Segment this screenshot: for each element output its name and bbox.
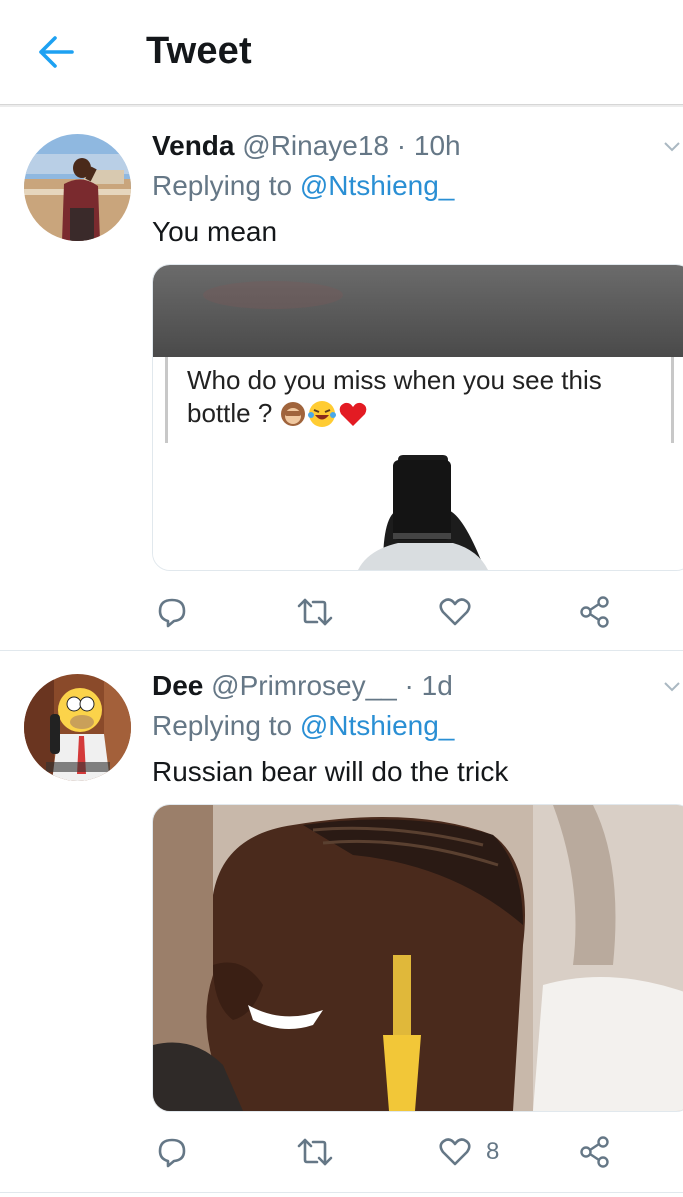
separator: · — [404, 670, 414, 701]
tweet-media[interactable] — [152, 804, 683, 1112]
tweet-media[interactable]: Who do you miss when you see this bottle… — [152, 264, 683, 571]
heart-icon — [439, 1138, 471, 1166]
tweet[interactable]: Venda @Rinaye18 · 10h Replying to @Ntshi… — [0, 112, 683, 651]
tweet-actions: 8 — [152, 1132, 672, 1172]
share-button[interactable] — [578, 592, 626, 632]
reply-icon — [158, 598, 186, 628]
author-handle[interactable]: @Primrosey__ — [211, 670, 397, 701]
tweet-meta: Venda @Rinaye18 · 10h — [152, 130, 461, 162]
avatar[interactable] — [24, 134, 131, 241]
chevron-down-icon[interactable] — [663, 678, 681, 696]
like-count: 8 — [486, 1138, 500, 1165]
media-caption-line-1: Who do you miss when you see this — [187, 365, 602, 395]
retweet-icon — [297, 1138, 333, 1166]
page-title: Tweet — [146, 30, 252, 72]
timestamp: 1d — [421, 670, 453, 701]
top-bar: Tweet — [0, 0, 683, 105]
share-icon — [580, 1136, 609, 1168]
tweet-text: You mean — [152, 216, 278, 247]
tweet-text: Russian bear will do the trick — [152, 756, 509, 787]
arrow-left-icon — [39, 36, 74, 68]
share-icon — [580, 596, 609, 628]
avatar-photo — [24, 674, 131, 781]
media-caption: Who do you miss when you see this bottle… — [187, 365, 602, 429]
back-button[interactable] — [36, 32, 76, 72]
replying-to: Replying to @Ntshieng_ — [152, 170, 454, 202]
chevron-down-icon[interactable] — [663, 138, 681, 156]
reply-icon — [158, 1138, 186, 1168]
author-name[interactable]: Venda — [152, 130, 234, 161]
red-heart-emoji-icon — [338, 400, 368, 428]
laughing-emoji-icon — [308, 400, 337, 428]
avatar[interactable] — [24, 674, 131, 781]
monkey-emoji-icon — [280, 401, 306, 427]
media-image — [153, 805, 683, 1111]
retweet-button[interactable] — [297, 1132, 347, 1172]
tweet-actions — [152, 592, 672, 632]
timestamp: 10h — [413, 130, 461, 161]
separator: · — [396, 130, 407, 161]
replying-to: Replying to @Ntshieng_ — [152, 710, 454, 742]
retweet-button[interactable] — [297, 592, 347, 632]
author-handle[interactable]: @Rinaye18 — [242, 130, 389, 161]
tweet-meta: Dee @Primrosey__ · 1d — [152, 670, 453, 702]
reply-button[interactable] — [156, 592, 202, 632]
media-caption-line-2: bottle ? — [187, 398, 273, 428]
share-button[interactable] — [578, 1132, 626, 1172]
avatar-photo — [24, 134, 131, 241]
like-button[interactable] — [438, 592, 486, 632]
like-button[interactable]: 8 — [438, 1132, 499, 1172]
replying-prefix: Replying to — [152, 170, 293, 201]
author-name[interactable]: Dee — [152, 670, 203, 701]
reply-button[interactable] — [156, 1132, 202, 1172]
retweet-icon — [297, 598, 333, 626]
reply-mention-link[interactable]: @Ntshieng_ — [300, 170, 455, 201]
replying-prefix: Replying to — [152, 710, 293, 741]
heart-icon — [439, 598, 471, 626]
tweet[interactable]: Dee @Primrosey__ · 1d Replying to @Ntshi… — [0, 652, 683, 1193]
reply-mention-link[interactable]: @Ntshieng_ — [300, 710, 455, 741]
